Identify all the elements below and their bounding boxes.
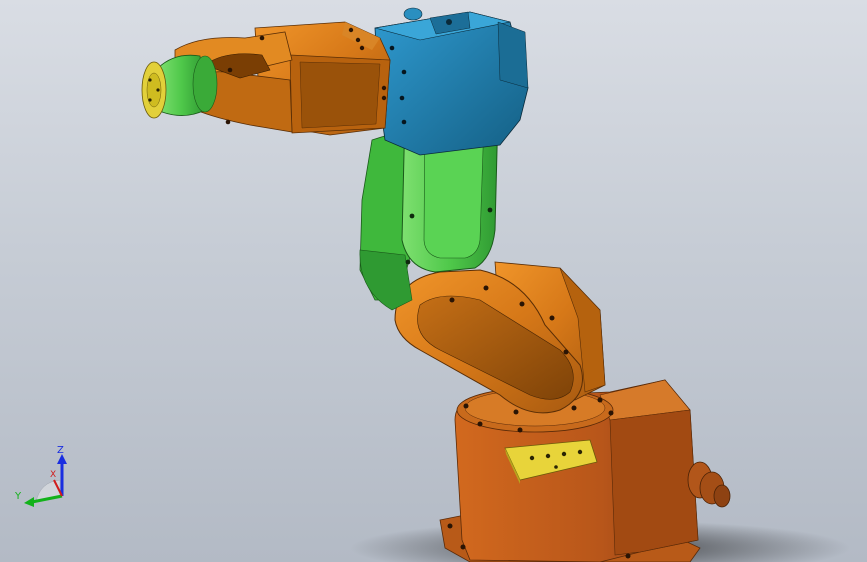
coordinate-triad: Z X Y: [10, 440, 80, 512]
elbow-housing[interactable]: [374, 7, 529, 156]
triad-x-label: X: [50, 470, 57, 480]
robot-arm-model[interactable]: [0, 0, 867, 562]
lower-arm-link[interactable]: [394, 261, 606, 415]
triad-z-label: Z: [57, 445, 64, 456]
wrist-flange[interactable]: [141, 54, 218, 119]
graphics-viewport[interactable]: Z X Y: [0, 0, 867, 562]
triad-y-label: Y: [15, 491, 22, 502]
robot-base[interactable]: [439, 379, 701, 562]
